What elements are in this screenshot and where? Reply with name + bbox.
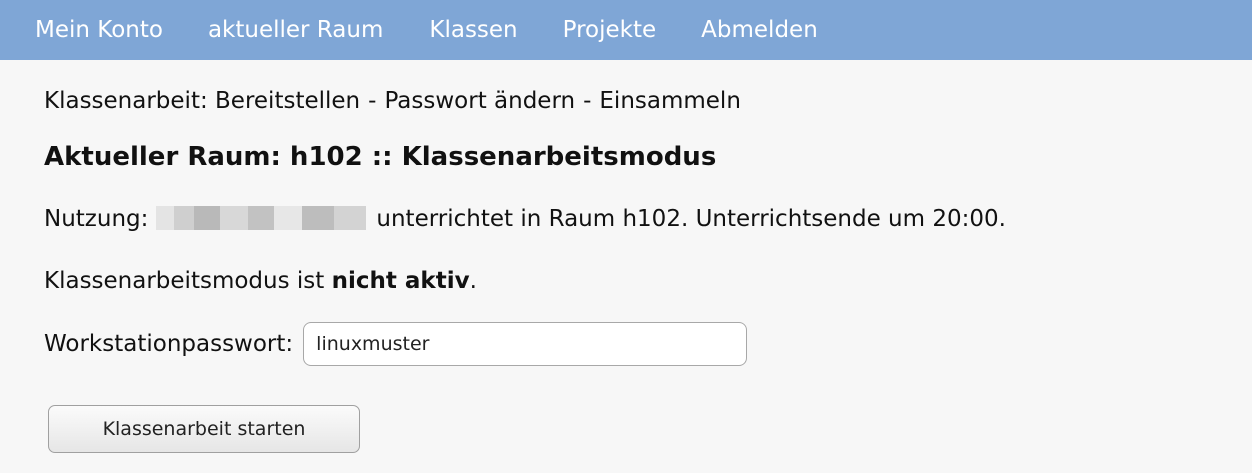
breadcrumb-separator: - [583, 88, 592, 114]
start-exam-button[interactable]: Klassenarbeit starten [48, 405, 360, 453]
breadcrumb-link-passwort-aendern[interactable]: Passwort ändern [384, 88, 575, 114]
top-navigation: Mein Konto aktueller Raum Klassen Projek… [0, 0, 1252, 60]
nav-abmelden[interactable]: Abmelden [701, 17, 818, 43]
redacted-teacher-name [156, 206, 367, 230]
breadcrumb-link-einsammeln[interactable]: Einsammeln [599, 88, 741, 114]
breadcrumb-prefix: Klassenarbeit: [44, 88, 208, 114]
exam-mode-suffix: . [469, 268, 477, 294]
password-label: Workstationpasswort: [44, 331, 294, 357]
breadcrumb-link-bereitstellen[interactable]: Bereitstellen [215, 88, 360, 114]
nav-projekte[interactable]: Projekte [563, 17, 657, 43]
nav-aktueller-raum[interactable]: aktueller Raum [208, 17, 383, 43]
usage-line: Nutzung: unterrichtet in Raum h102. Unter… [44, 206, 1006, 232]
nav-mein-konto[interactable]: Mein Konto [35, 17, 163, 43]
breadcrumb: Klassenarbeit: Bereitstellen - Passwort än… [44, 88, 741, 114]
password-row: Workstationpasswort: [44, 322, 748, 366]
exam-mode-text: Klassenarbeitsmodus ist [44, 268, 325, 294]
exam-mode-status: nicht aktiv [331, 268, 470, 294]
workstation-password-input[interactable] [303, 322, 748, 366]
exam-mode-status-line: Klassenarbeitsmodus ist nicht aktiv. [44, 268, 477, 294]
page-title: Aktueller Raum: h102 :: Klassenarbeitsmo… [44, 142, 717, 172]
nav-klassen[interactable]: Klassen [429, 17, 517, 43]
usage-label: Nutzung: [44, 206, 149, 232]
usage-text: unterrichtet in Raum h102. Unterrichtsen… [376, 206, 1006, 232]
breadcrumb-separator: - [368, 88, 377, 114]
